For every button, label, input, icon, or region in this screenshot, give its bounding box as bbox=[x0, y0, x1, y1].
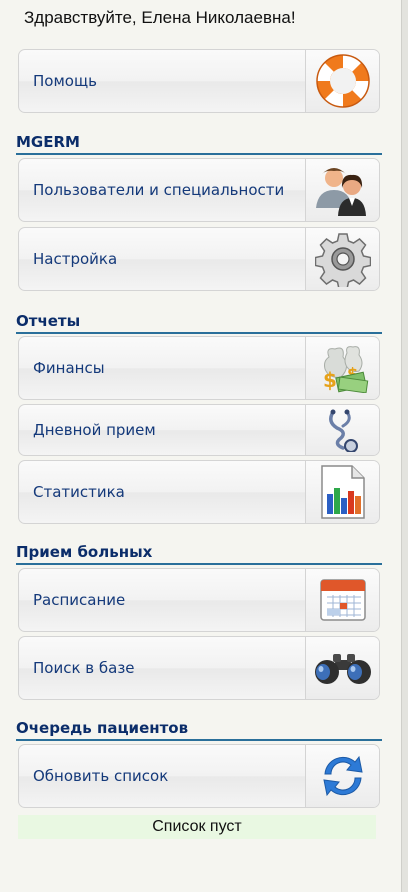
help-label: Помощь bbox=[33, 71, 97, 90]
gear-icon bbox=[305, 228, 379, 290]
users-button[interactable]: Пользователи и специальности bbox=[18, 158, 380, 222]
finance-button[interactable]: Финансы $ $ bbox=[18, 336, 380, 400]
stethoscope-icon bbox=[305, 405, 379, 455]
section-reports-title: Отчеты bbox=[16, 312, 382, 334]
lifebuoy-icon bbox=[305, 50, 379, 112]
database-search-button[interactable]: Поиск в базе bbox=[18, 636, 380, 700]
database-search-label: Поиск в базе bbox=[33, 658, 135, 677]
calendar-icon bbox=[305, 569, 379, 631]
schedule-button[interactable]: Расписание bbox=[18, 568, 380, 632]
section-patients-title: Прием больных bbox=[16, 543, 382, 565]
users-label: Пользователи и специальности bbox=[33, 180, 285, 199]
refresh-icon bbox=[305, 745, 379, 807]
queue-status: Список пуст bbox=[18, 815, 376, 839]
section-queue-title: Очередь пациентов bbox=[16, 719, 382, 741]
daily-reception-button[interactable]: Дневной прием bbox=[18, 404, 380, 456]
daily-reception-label: Дневной прием bbox=[33, 420, 156, 439]
statistics-label: Статистика bbox=[33, 482, 125, 501]
binoculars-icon bbox=[305, 637, 379, 699]
refresh-list-button[interactable]: Обновить список bbox=[18, 744, 380, 808]
settings-label: Настройка bbox=[33, 249, 118, 268]
greeting-text: Здравствуйте, Елена Николаевна! bbox=[24, 8, 296, 27]
schedule-label: Расписание bbox=[33, 590, 126, 609]
money-icon: $ $ bbox=[305, 337, 379, 399]
svg-text:$: $ bbox=[323, 368, 337, 392]
statistics-button[interactable]: Статистика bbox=[18, 460, 380, 524]
users-icon bbox=[305, 159, 379, 221]
help-button[interactable]: Помощь bbox=[18, 49, 380, 113]
section-mgerm-title: MGERM bbox=[16, 133, 382, 155]
panel-edge bbox=[401, 0, 408, 892]
finance-label: Финансы bbox=[33, 358, 105, 377]
settings-button[interactable]: Настройка bbox=[18, 227, 380, 291]
refresh-list-label: Обновить список bbox=[33, 766, 169, 785]
bar-chart-icon bbox=[305, 461, 379, 523]
